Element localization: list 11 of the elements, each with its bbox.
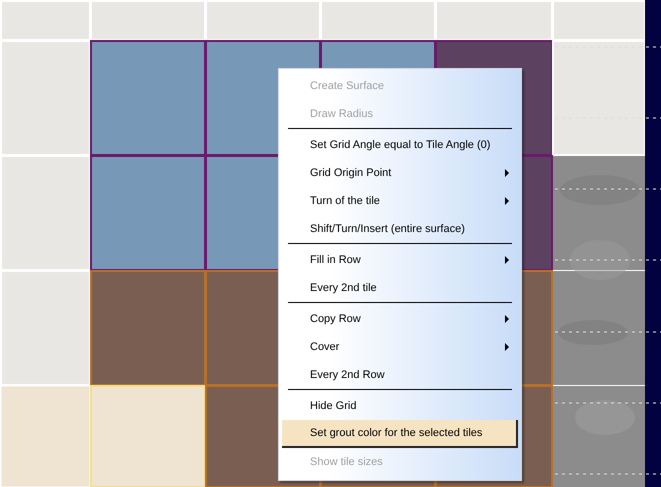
menu-item[interactable]: Set grout color for the selected tiles xyxy=(282,420,518,448)
menu-item[interactable]: Shift/Turn/Insert (entire surface) xyxy=(282,215,518,243)
menu-item[interactable]: Cover xyxy=(282,333,518,361)
menu-item[interactable]: Every 2nd Row xyxy=(282,361,518,389)
menu-item[interactable]: Set Grid Angle equal to Tile Angle (0) xyxy=(282,131,518,159)
menu-item[interactable]: Hide Grid xyxy=(282,392,518,420)
menu-item[interactable]: Turn of the tile xyxy=(282,187,518,215)
menu-item[interactable]: Grid Origin Point xyxy=(282,159,518,187)
menu-item[interactable]: Copy Row xyxy=(282,305,518,333)
menu-item[interactable]: Fill in Row xyxy=(282,246,518,274)
menu-item[interactable]: Every 2nd tile xyxy=(282,274,518,302)
